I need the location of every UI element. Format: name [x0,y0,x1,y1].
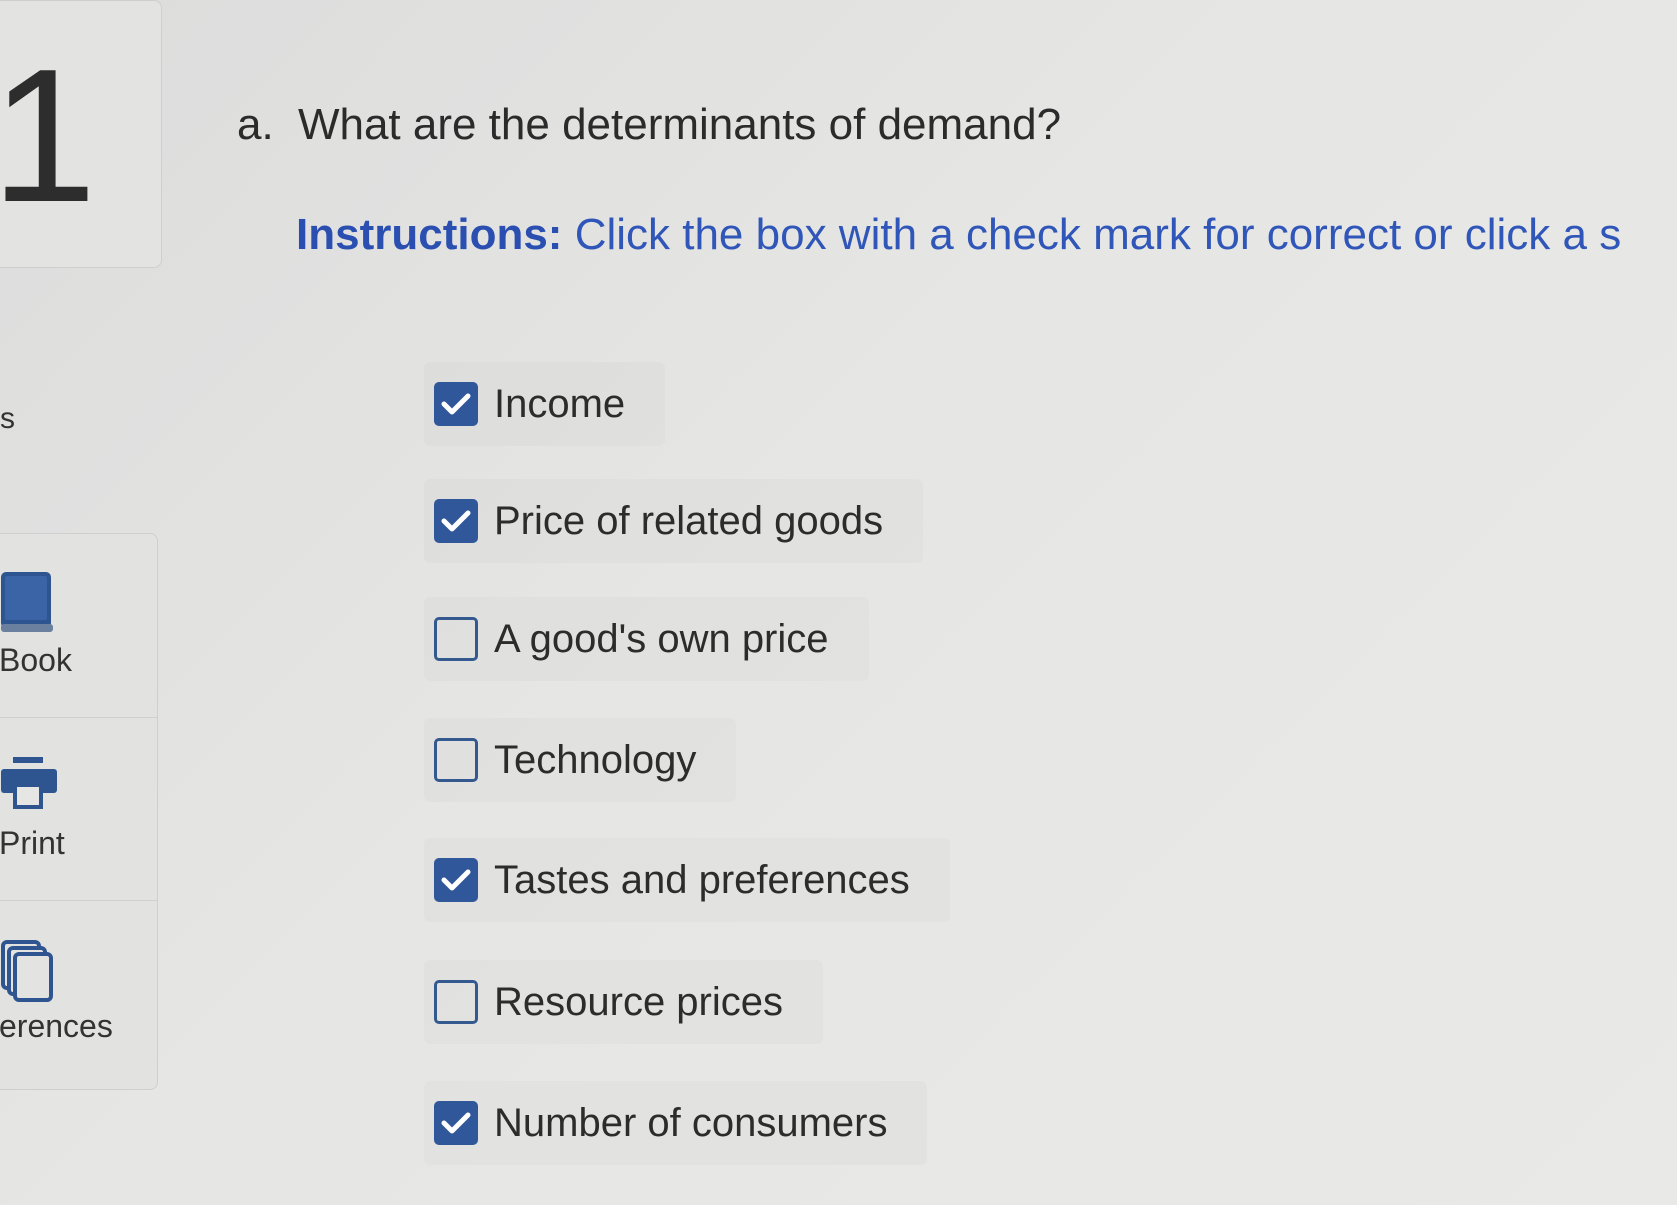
checkmark-icon [441,1112,471,1134]
option-income[interactable]: Income [424,362,665,446]
question-title: a. What are the determinants of demand? [237,100,1061,150]
option-tastes-and-preferences[interactable]: Tastes and preferences [424,838,950,922]
option-checkbox[interactable] [434,617,478,661]
option-label: Tastes and preferences [494,857,910,902]
option-number-of-consumers[interactable]: Number of consumers [424,1081,927,1165]
question-prefix: a. [237,100,274,149]
option-label: Technology [494,737,697,782]
checkmark-icon [441,510,471,532]
question-text: What are the determinants of demand? [297,100,1062,149]
option-checkbox[interactable] [434,382,478,426]
option-technology[interactable]: Technology [424,718,736,802]
option-checkbox[interactable] [434,1101,478,1145]
instructions: Instructions: Click the box with a check… [296,210,1621,260]
option-checkbox[interactable] [434,738,478,782]
checkmark-icon [441,869,471,891]
question-area: a. What are the determinants of demand? … [0,0,1677,1205]
instructions-label: Instructions: [296,210,563,259]
instructions-text: Click the box with a check mark for corr… [574,210,1622,259]
option-goods-own-price[interactable]: A good's own price [424,597,869,681]
option-resource-prices[interactable]: Resource prices [424,960,823,1044]
option-label: A good's own price [494,616,829,661]
option-checkbox[interactable] [434,980,478,1024]
option-price-of-related-goods[interactable]: Price of related goods [424,479,923,563]
option-checkbox[interactable] [434,499,478,543]
option-label: Price of related goods [494,498,884,543]
option-label: Resource prices [494,979,784,1024]
option-label: Number of consumers [494,1100,888,1145]
option-checkbox[interactable] [434,858,478,902]
checkmark-icon [441,393,471,415]
option-label: Income [494,381,626,426]
